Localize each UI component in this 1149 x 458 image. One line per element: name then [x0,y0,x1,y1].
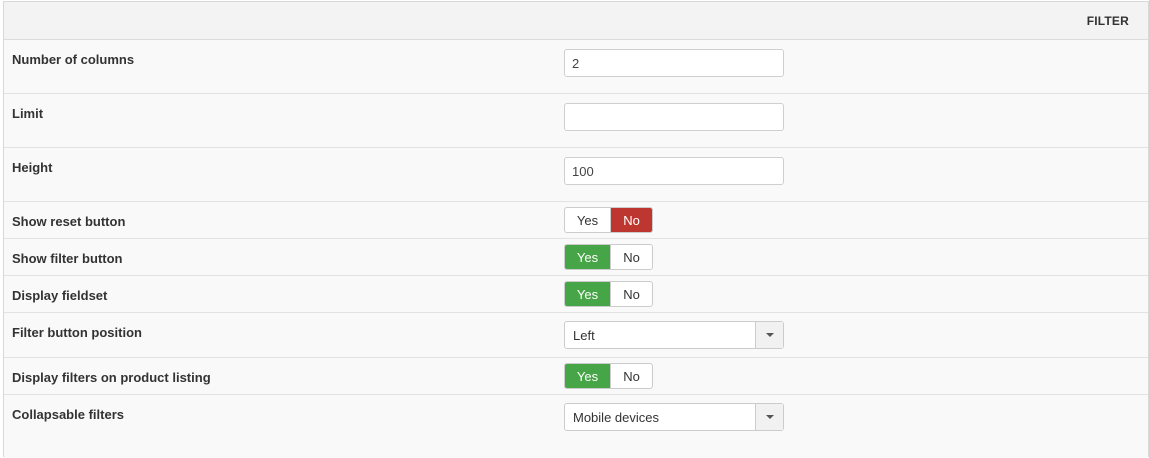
collapsable-filters-value: Mobile devices [573,409,659,425]
row-show-reset-button: Show reset button Yes No [4,202,1148,239]
number-of-columns-label: Number of columns [12,52,135,67]
panel-title: FILTER [1086,13,1129,28]
show-reset-no-option[interactable]: No [610,208,652,232]
show-reset-yes-option[interactable]: Yes [565,208,610,232]
display-filters-on-listing-label: Display filters on product listing [12,370,211,385]
filter-panel: FILTER Number of columns Limit Height Sh… [3,1,1149,458]
panel-header: FILTER [4,2,1148,40]
height-label: Height [12,160,53,175]
display-fieldset-no-option[interactable]: No [610,282,652,306]
chevron-down-icon [765,333,774,337]
row-display-filters-on-listing: Display filters on product listing Yes N… [4,358,1148,395]
show-reset-button-label: Show reset button [12,214,126,229]
limit-input[interactable] [564,103,784,131]
filter-button-position-select[interactable]: Left [564,321,784,349]
row-filter-button-position: Filter button position Left [4,313,1148,358]
filter-button-position-label: Filter button position [12,325,142,340]
show-filter-button-label: Show filter button [12,251,123,266]
row-show-filter-button: Show filter button Yes No [4,239,1148,276]
display-fieldset-label: Display fieldset [12,288,108,303]
number-of-columns-input[interactable] [564,49,784,77]
dropdown-arrow[interactable] [755,322,783,348]
display-fieldset-yes-option[interactable]: Yes [565,282,610,306]
display-on-listing-toggle: Yes No [564,363,653,389]
row-limit: Limit [4,94,1148,148]
filter-button-position-value: Left [573,327,595,343]
dropdown-arrow[interactable] [755,404,783,430]
show-filter-toggle: Yes No [564,244,653,270]
row-height: Height [4,148,1148,202]
row-display-fieldset: Display fieldset Yes No [4,276,1148,313]
collapsable-filters-label: Collapsable filters [12,407,124,422]
show-filter-yes-option[interactable]: Yes [565,245,610,269]
height-input[interactable] [564,157,784,185]
row-collapsable-filters: Collapsable filters Mobile devices [4,395,1148,458]
display-on-listing-yes-option[interactable]: Yes [565,364,610,388]
display-fieldset-toggle: Yes No [564,281,653,307]
row-number-of-columns: Number of columns [4,40,1148,94]
collapsable-filters-select[interactable]: Mobile devices [564,403,784,431]
display-on-listing-no-option[interactable]: No [610,364,652,388]
show-filter-no-option[interactable]: No [610,245,652,269]
show-reset-toggle: Yes No [564,207,653,233]
limit-label: Limit [12,106,44,121]
chevron-down-icon [765,415,774,419]
